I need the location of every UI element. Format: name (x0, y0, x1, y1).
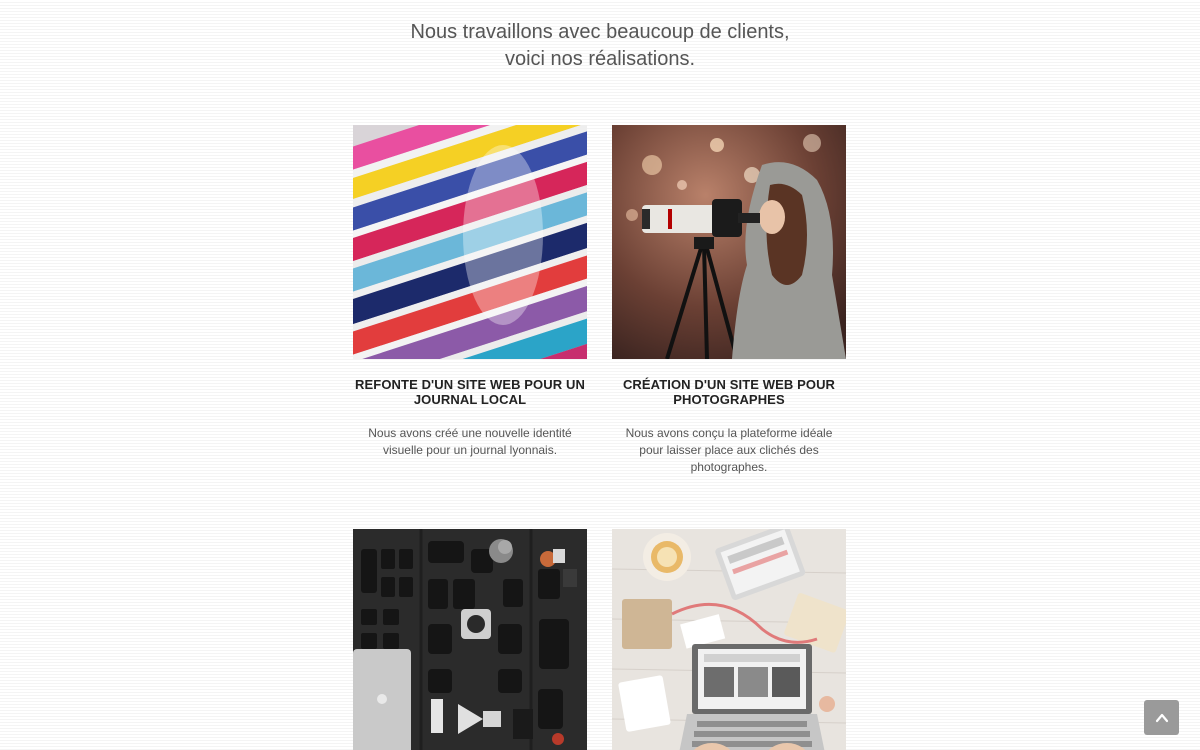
intro-line-2: voici nos réalisations. (504, 48, 696, 70)
chevron-up-icon (1155, 713, 1168, 722)
project-card (353, 529, 587, 750)
magazines-stack-image (353, 125, 587, 359)
intro-heading: Nous travaillons avec beaucoup de client… (0, 19, 1200, 73)
project-title: Refonte d'un site web pour un journal lo… (355, 377, 585, 407)
project-description: Nous avons créé une nouvelle identité vi… (368, 426, 572, 457)
project-card (612, 529, 846, 750)
project-card: Refonte d'un site web pour un journal lo… (353, 125, 587, 459)
project-description: Nous avons conçu la plateforme idéale po… (625, 426, 833, 474)
workspace-laptop-image (612, 529, 846, 750)
project-image-link[interactable] (353, 529, 587, 750)
scroll-to-top-button[interactable] (1144, 700, 1179, 735)
project-title: Création d'un site web pour photographes (622, 377, 836, 407)
project-image-link[interactable] (612, 529, 846, 750)
intro-line-1: Nous travaillons avec beaucoup de client… (410, 21, 790, 43)
photographer-camera-image (612, 125, 846, 359)
project-card: Création d'un site web pour photographes… (612, 125, 846, 476)
camera-gear-flatlay-image (353, 529, 587, 750)
project-image-link[interactable] (612, 125, 846, 359)
project-image-link[interactable] (353, 125, 587, 359)
